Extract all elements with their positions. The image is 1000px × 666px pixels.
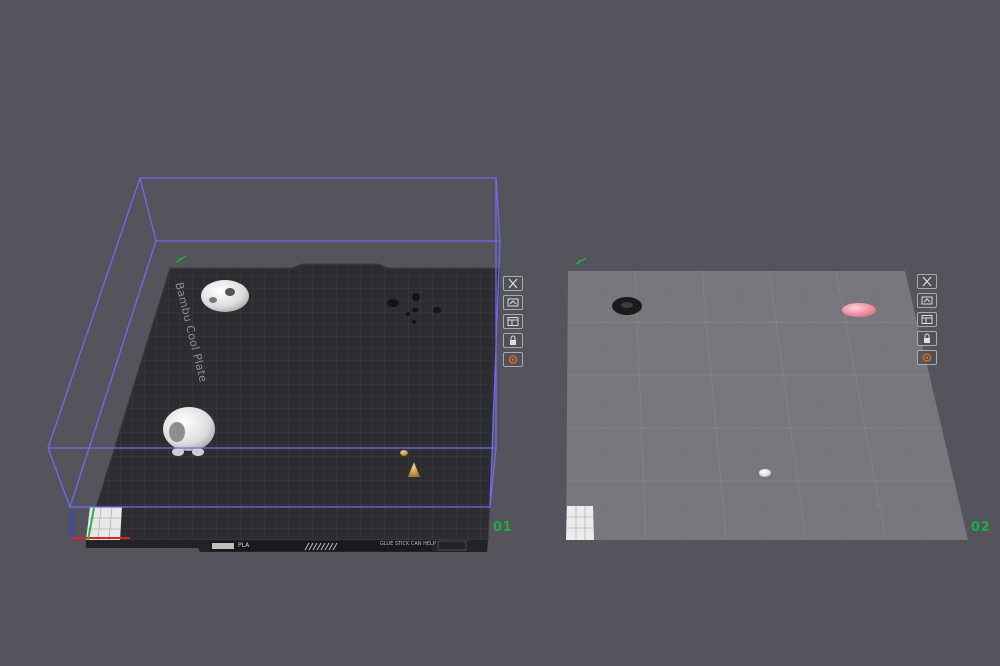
plate-settings-button-02[interactable] xyxy=(917,350,937,365)
viewport-canvas[interactable] xyxy=(0,0,1000,662)
plate-02[interactable] xyxy=(566,257,968,541)
settings-icon xyxy=(508,355,518,364)
settings-icon xyxy=(922,353,932,362)
auto-orient-icon xyxy=(507,298,519,307)
auto-orient-icon xyxy=(921,296,933,305)
arrange-button-02[interactable] xyxy=(917,312,937,327)
close-icon xyxy=(922,276,932,287)
plate-tag-notice: GLUE STICK CAN HELP xyxy=(380,541,436,547)
plate-01[interactable] xyxy=(47,177,501,552)
auto-orient-button[interactable] xyxy=(503,295,523,310)
arrange-icon xyxy=(507,317,519,326)
plate-tag-filament: PLA xyxy=(238,542,250,549)
object-white-capsule-top[interactable] xyxy=(201,280,249,312)
plate-number-02[interactable]: 02 xyxy=(971,520,990,535)
plate-edit-icon-02[interactable] xyxy=(575,257,587,265)
lock-icon xyxy=(924,333,930,343)
3d-viewport[interactable]: Bambu Cool Plate PLA GLUE STICK CAN HELP… xyxy=(0,0,1000,662)
object-white-small[interactable] xyxy=(759,469,771,477)
plate-01-toolbar xyxy=(503,276,523,367)
lock-plate-button[interactable] xyxy=(503,333,523,348)
object-black-ring[interactable] xyxy=(612,297,642,315)
build-volume-back xyxy=(139,177,501,242)
plate-02-toolbar xyxy=(917,274,937,365)
object-gold-cone-small[interactable] xyxy=(400,450,408,456)
plate-settings-button[interactable] xyxy=(503,352,523,367)
plate-edit-icon[interactable] xyxy=(175,255,187,263)
object-pink-dome[interactable] xyxy=(842,303,876,317)
auto-orient-button-02[interactable] xyxy=(917,293,937,308)
lock-plate-button-02[interactable] xyxy=(917,331,937,346)
bed-origin-tile-02 xyxy=(566,506,594,540)
arrange-button[interactable] xyxy=(503,314,523,329)
arrange-icon xyxy=(921,315,933,324)
close-plate-button[interactable] xyxy=(503,276,523,291)
close-plate-button-02[interactable] xyxy=(917,274,937,289)
lock-icon xyxy=(510,335,516,345)
close-icon xyxy=(508,278,518,289)
plate-number-01[interactable]: 01 xyxy=(493,520,512,535)
